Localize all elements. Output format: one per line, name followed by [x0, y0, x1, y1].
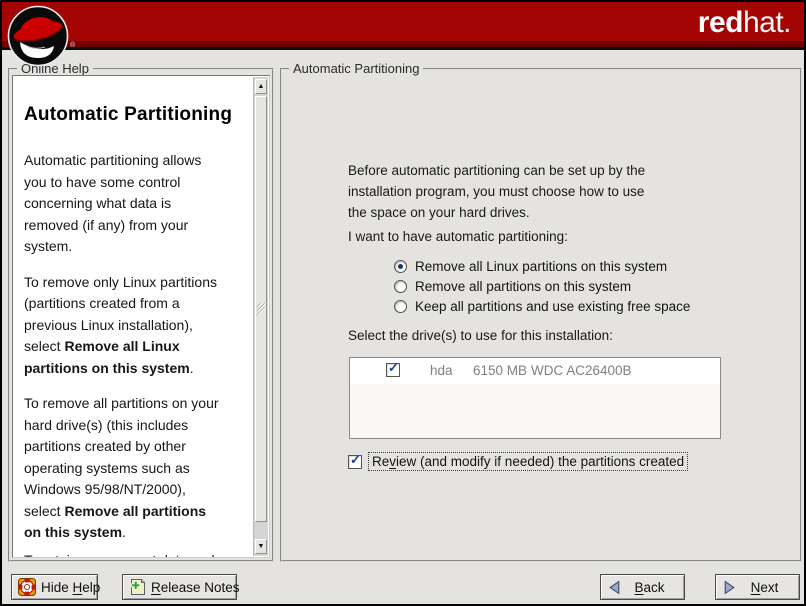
- hide-help-button[interactable]: Hide Help: [11, 574, 98, 600]
- installer-window: redhat. ® Online Help Automatic Partitio…: [0, 0, 806, 606]
- help-p3-post: .: [122, 524, 126, 540]
- review-label-pre: Re: [372, 454, 389, 469]
- help-title: Automatic Partitioning: [24, 104, 250, 126]
- drive-checkbox[interactable]: ✓: [386, 363, 400, 377]
- help-p1-text: Automatic partitioning allows you to hav…: [24, 152, 201, 254]
- hide-help-mnemonic: H: [73, 580, 83, 595]
- back-post: ack: [644, 580, 665, 595]
- review-label-mnemonic: v: [389, 454, 396, 469]
- automatic-partitioning-frame-label: Automatic Partitioning: [289, 61, 423, 76]
- drives-label: Select the drive(s) to use for this inst…: [348, 328, 613, 343]
- help-paragraph-4-clipped: To retain your current data and: [24, 550, 250, 559]
- next-button[interactable]: Next: [715, 574, 800, 600]
- redhat-shadowman-logo-icon: [7, 4, 71, 68]
- drive-model: WDC AC26400B: [531, 363, 632, 378]
- hide-help-label: Hide Help: [41, 580, 100, 595]
- radio-button-icon[interactable]: [394, 280, 407, 293]
- help-paragraph-2: To remove only Linux partitions (partiti…: [24, 272, 250, 380]
- release-notes-button[interactable]: Release Notes: [122, 574, 237, 600]
- banner: redhat.: [2, 2, 804, 50]
- back-mnemonic: B: [634, 580, 643, 595]
- online-help-frame: Online Help Automatic Partitioning Autom…: [8, 68, 274, 562]
- help-paragraph-3: To remove all partitions on your hard dr…: [24, 393, 250, 544]
- check-icon: ✓: [388, 360, 399, 376]
- wordmark-red: red: [698, 6, 743, 39]
- next-label: Next: [742, 580, 787, 595]
- next-mnemonic: N: [751, 580, 761, 595]
- registered-trademark: ®: [70, 42, 75, 49]
- help-text: Automatic Partitioning Automatic partiti…: [24, 76, 250, 558]
- hide-help-post: elp: [82, 580, 100, 595]
- help-p3-pre: To remove all partitions on your hard dr…: [24, 395, 219, 519]
- drive-device: hda: [430, 363, 453, 378]
- banner-stripe: [2, 41, 804, 47]
- release-notes-post: elease Notes: [161, 580, 240, 595]
- wordmark-hat: hat.: [743, 6, 791, 39]
- release-notes-mnemonic: R: [151, 580, 161, 595]
- review-label-post: iew (and modify if needed) the partition…: [396, 454, 684, 469]
- help-scrollbar[interactable]: ▲ ▼: [253, 77, 268, 556]
- back-arrow-icon: [607, 580, 622, 595]
- drive-list[interactable]: ✓ hda 6150 MB WDC AC26400B: [349, 357, 721, 439]
- hide-help-pre: Hide: [41, 580, 73, 595]
- prompt-text: I want to have automatic partitioning:: [348, 229, 568, 244]
- back-button[interactable]: Back: [600, 574, 685, 600]
- radio-button-icon[interactable]: [394, 260, 407, 273]
- scroll-up-icon: ▲: [258, 83, 265, 90]
- scroll-up-button[interactable]: ▲: [255, 79, 267, 94]
- back-label: Back: [627, 580, 672, 595]
- scrollbar-thumb[interactable]: [255, 96, 267, 522]
- review-label[interactable]: Review (and modify if needed) the partit…: [368, 452, 688, 471]
- release-notes-label: Release Notes: [151, 580, 240, 595]
- thumb-grip-icon: [256, 302, 266, 316]
- help-paragraph-1: Automatic partitioning allows you to hav…: [24, 150, 250, 258]
- redhat-wordmark: redhat.: [698, 6, 791, 40]
- intro-text: Before automatic partitioning can be set…: [348, 160, 645, 223]
- radio-option-remove-linux-partitions[interactable]: Remove all Linux partitions on this syst…: [394, 256, 690, 276]
- drive-row-hda[interactable]: ✓ hda 6150 MB WDC AC26400B: [350, 358, 720, 384]
- review-checkbox[interactable]: ✓: [348, 455, 362, 469]
- radio-option-keep-partitions[interactable]: Keep all partitions and use existing fre…: [394, 296, 690, 316]
- radio-label: Remove all partitions on this system: [415, 279, 631, 294]
- scroll-down-button[interactable]: ▼: [255, 539, 267, 554]
- help-p4-text: To retain your current data and: [24, 552, 215, 559]
- review-option[interactable]: ✓ Review (and modify if needed) the part…: [348, 452, 688, 471]
- drive-size: 6150 MB: [473, 363, 527, 378]
- radio-button-icon[interactable]: [394, 300, 407, 313]
- scroll-down-icon: ▼: [258, 543, 265, 550]
- help-p2-post: .: [190, 360, 194, 376]
- next-post: ext: [760, 580, 778, 595]
- check-icon: ✓: [350, 452, 361, 468]
- automatic-partitioning-frame: Automatic Partitioning Before automatic …: [280, 68, 802, 562]
- radio-label: Keep all partitions and use existing fre…: [415, 299, 690, 314]
- release-notes-icon: [129, 578, 146, 596]
- help-lifesaver-icon: [18, 578, 36, 596]
- next-arrow-icon: [722, 580, 737, 595]
- radio-label: Remove all Linux partitions on this syst…: [415, 259, 667, 274]
- help-content-box: Automatic Partitioning Automatic partiti…: [12, 75, 270, 558]
- partitioning-options: Remove all Linux partitions on this syst…: [394, 256, 690, 316]
- radio-option-remove-all-partitions[interactable]: Remove all partitions on this system: [394, 276, 690, 296]
